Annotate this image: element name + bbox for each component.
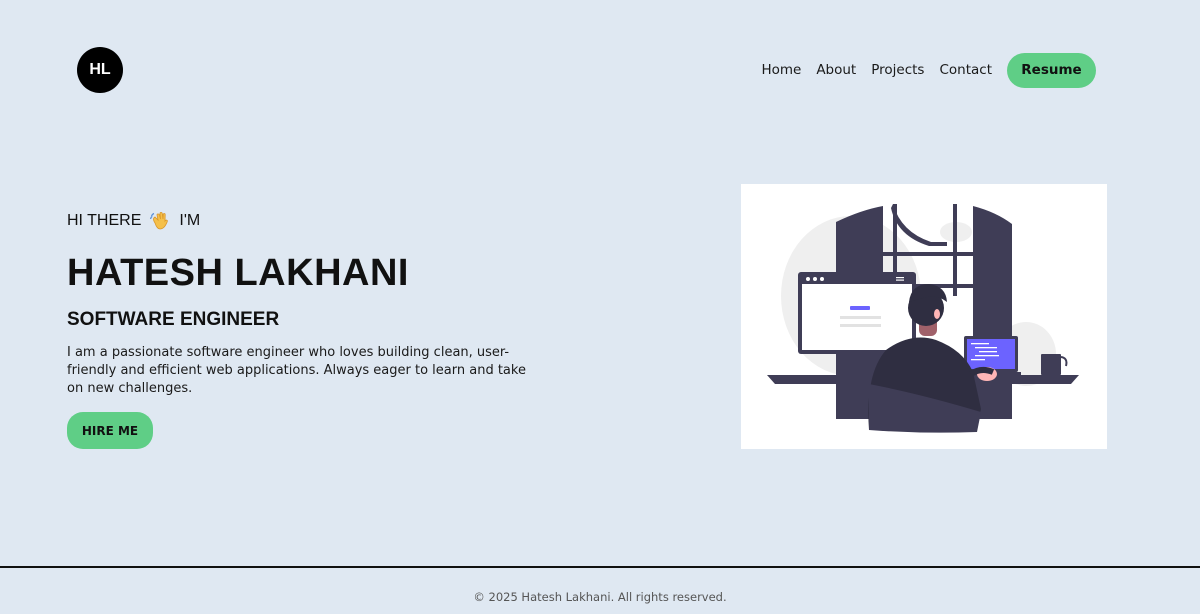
hero-bio: I am a passionate software engineer who …: [67, 345, 526, 396]
developer-illustration: [741, 184, 1107, 449]
hero-section: HI THERE I'M HATESH LAKHANI SOFTWARE ENG…: [67, 208, 537, 449]
nav-projects[interactable]: Projects: [871, 62, 924, 78]
footer-divider: [0, 566, 1200, 568]
hire-me-button[interactable]: HIRE ME: [67, 412, 153, 449]
greeting-suffix: I'M: [179, 212, 201, 229]
resume-button[interactable]: Resume: [1007, 52, 1096, 88]
hero-role: SOFTWARE ENGINEER: [67, 309, 280, 330]
waving-hand-icon: [149, 210, 171, 232]
nav-home[interactable]: Home: [761, 62, 801, 78]
hero-name: HATESH LAKHANI: [67, 252, 409, 294]
nav-contact[interactable]: Contact: [939, 62, 992, 78]
nav-about[interactable]: About: [816, 62, 856, 78]
footer-copyright: © 2025 Hatesh Lakhani. All rights reserv…: [473, 590, 727, 604]
greeting: HI THERE I'M: [67, 208, 537, 234]
greeting-text: HI THERE: [67, 212, 142, 229]
logo[interactable]: HL: [77, 47, 123, 93]
main-nav: Home About Projects Contact Resume: [761, 52, 1096, 88]
